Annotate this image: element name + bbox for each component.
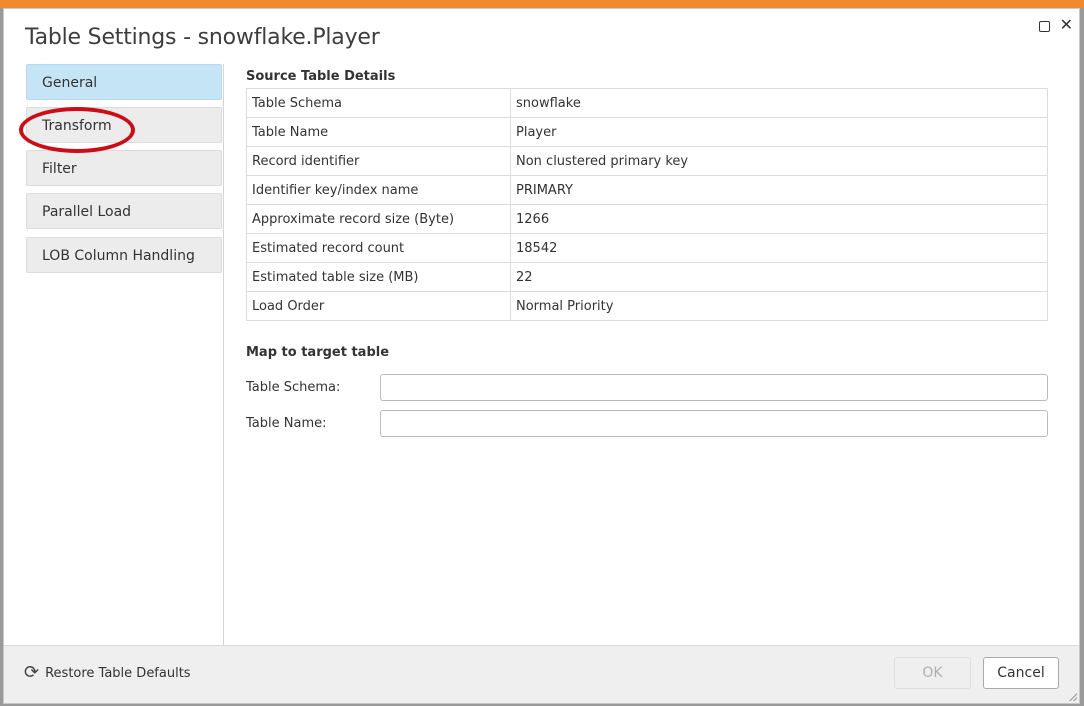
source-table-details-title: Source Table Details (246, 69, 396, 84)
window-controls: ✕ (1038, 18, 1073, 34)
table-row: Estimated record count 18542 (246, 233, 1048, 263)
table-row: Table Schema snowflake (246, 88, 1048, 118)
row-key: Table Name (246, 117, 511, 147)
ok-button[interactable]: OK (894, 657, 971, 689)
row-value: 22 (510, 262, 1048, 292)
sidebar-item-transform[interactable]: Transform (26, 107, 222, 143)
row-key: Table Schema (246, 88, 511, 118)
table-row: Table Name Player (246, 117, 1048, 147)
resize-grip-icon[interactable] (1069, 693, 1077, 701)
row-value: Player (510, 117, 1048, 147)
target-name-row: Table Name: (246, 409, 1048, 437)
dialog-title: Table Settings - snowflake.Player (25, 25, 380, 50)
row-key: Identifier key/index name (246, 175, 511, 205)
row-key: Load Order (246, 291, 511, 321)
target-schema-label: Table Schema: (246, 379, 341, 395)
target-schema-input[interactable] (380, 373, 1048, 401)
maximize-icon[interactable] (1038, 20, 1050, 32)
target-name-input[interactable] (380, 409, 1048, 437)
close-icon[interactable]: ✕ (1060, 18, 1073, 34)
restore-defaults-button[interactable]: ⟳ Restore Table Defaults (24, 664, 191, 682)
source-details-table: Table Schema snowflake Table Name Player R… (246, 88, 1048, 321)
target-name-label: Table Name: (246, 415, 327, 431)
sidebar-item-general[interactable]: General (26, 64, 222, 100)
table-row: Record identifier Non clustered primary k… (246, 146, 1048, 176)
row-key: Estimated record count (246, 233, 511, 263)
cancel-button[interactable]: Cancel (983, 657, 1059, 689)
row-value: 18542 (510, 233, 1048, 263)
row-value: Non clustered primary key (510, 146, 1048, 176)
table-row: Approximate record size (Byte) 1266 (246, 204, 1048, 234)
row-value: snowflake (510, 88, 1048, 118)
row-value: Normal Priority (510, 291, 1048, 321)
row-value: PRIMARY (510, 175, 1048, 205)
sidebar-item-filter[interactable]: Filter (26, 150, 222, 186)
sidebar-item-lob-column-handling[interactable]: LOB Column Handling (26, 237, 222, 273)
row-value: 1266 (510, 204, 1048, 234)
row-key: Approximate record size (Byte) (246, 204, 511, 234)
table-settings-dialog: Table Settings - snowflake.Player ✕ Gene… (3, 8, 1080, 704)
general-panel: Source Table Details Table Schema snowfla… (246, 69, 1048, 321)
table-row: Estimated table size (MB) 22 (246, 262, 1048, 292)
table-row: Identifier key/index name PRIMARY (246, 175, 1048, 205)
restore-defaults-label: Restore Table Defaults (45, 665, 191, 681)
target-schema-row: Table Schema: (246, 373, 1048, 401)
refresh-icon: ⟳ (24, 662, 40, 683)
sidebar-item-parallel-load[interactable]: Parallel Load (26, 193, 222, 229)
table-row: Load Order Normal Priority (246, 291, 1048, 321)
map-to-target-title: Map to target table (246, 345, 390, 360)
row-key: Estimated table size (MB) (246, 262, 511, 292)
app-accent-bar (0, 0, 1084, 8)
dialog-footer: ⟳ Restore Table Defaults OK Cancel (4, 645, 1079, 703)
row-key: Record identifier (246, 146, 511, 176)
settings-sidebar: General Transform Filter Parallel Load L… (4, 64, 224, 647)
